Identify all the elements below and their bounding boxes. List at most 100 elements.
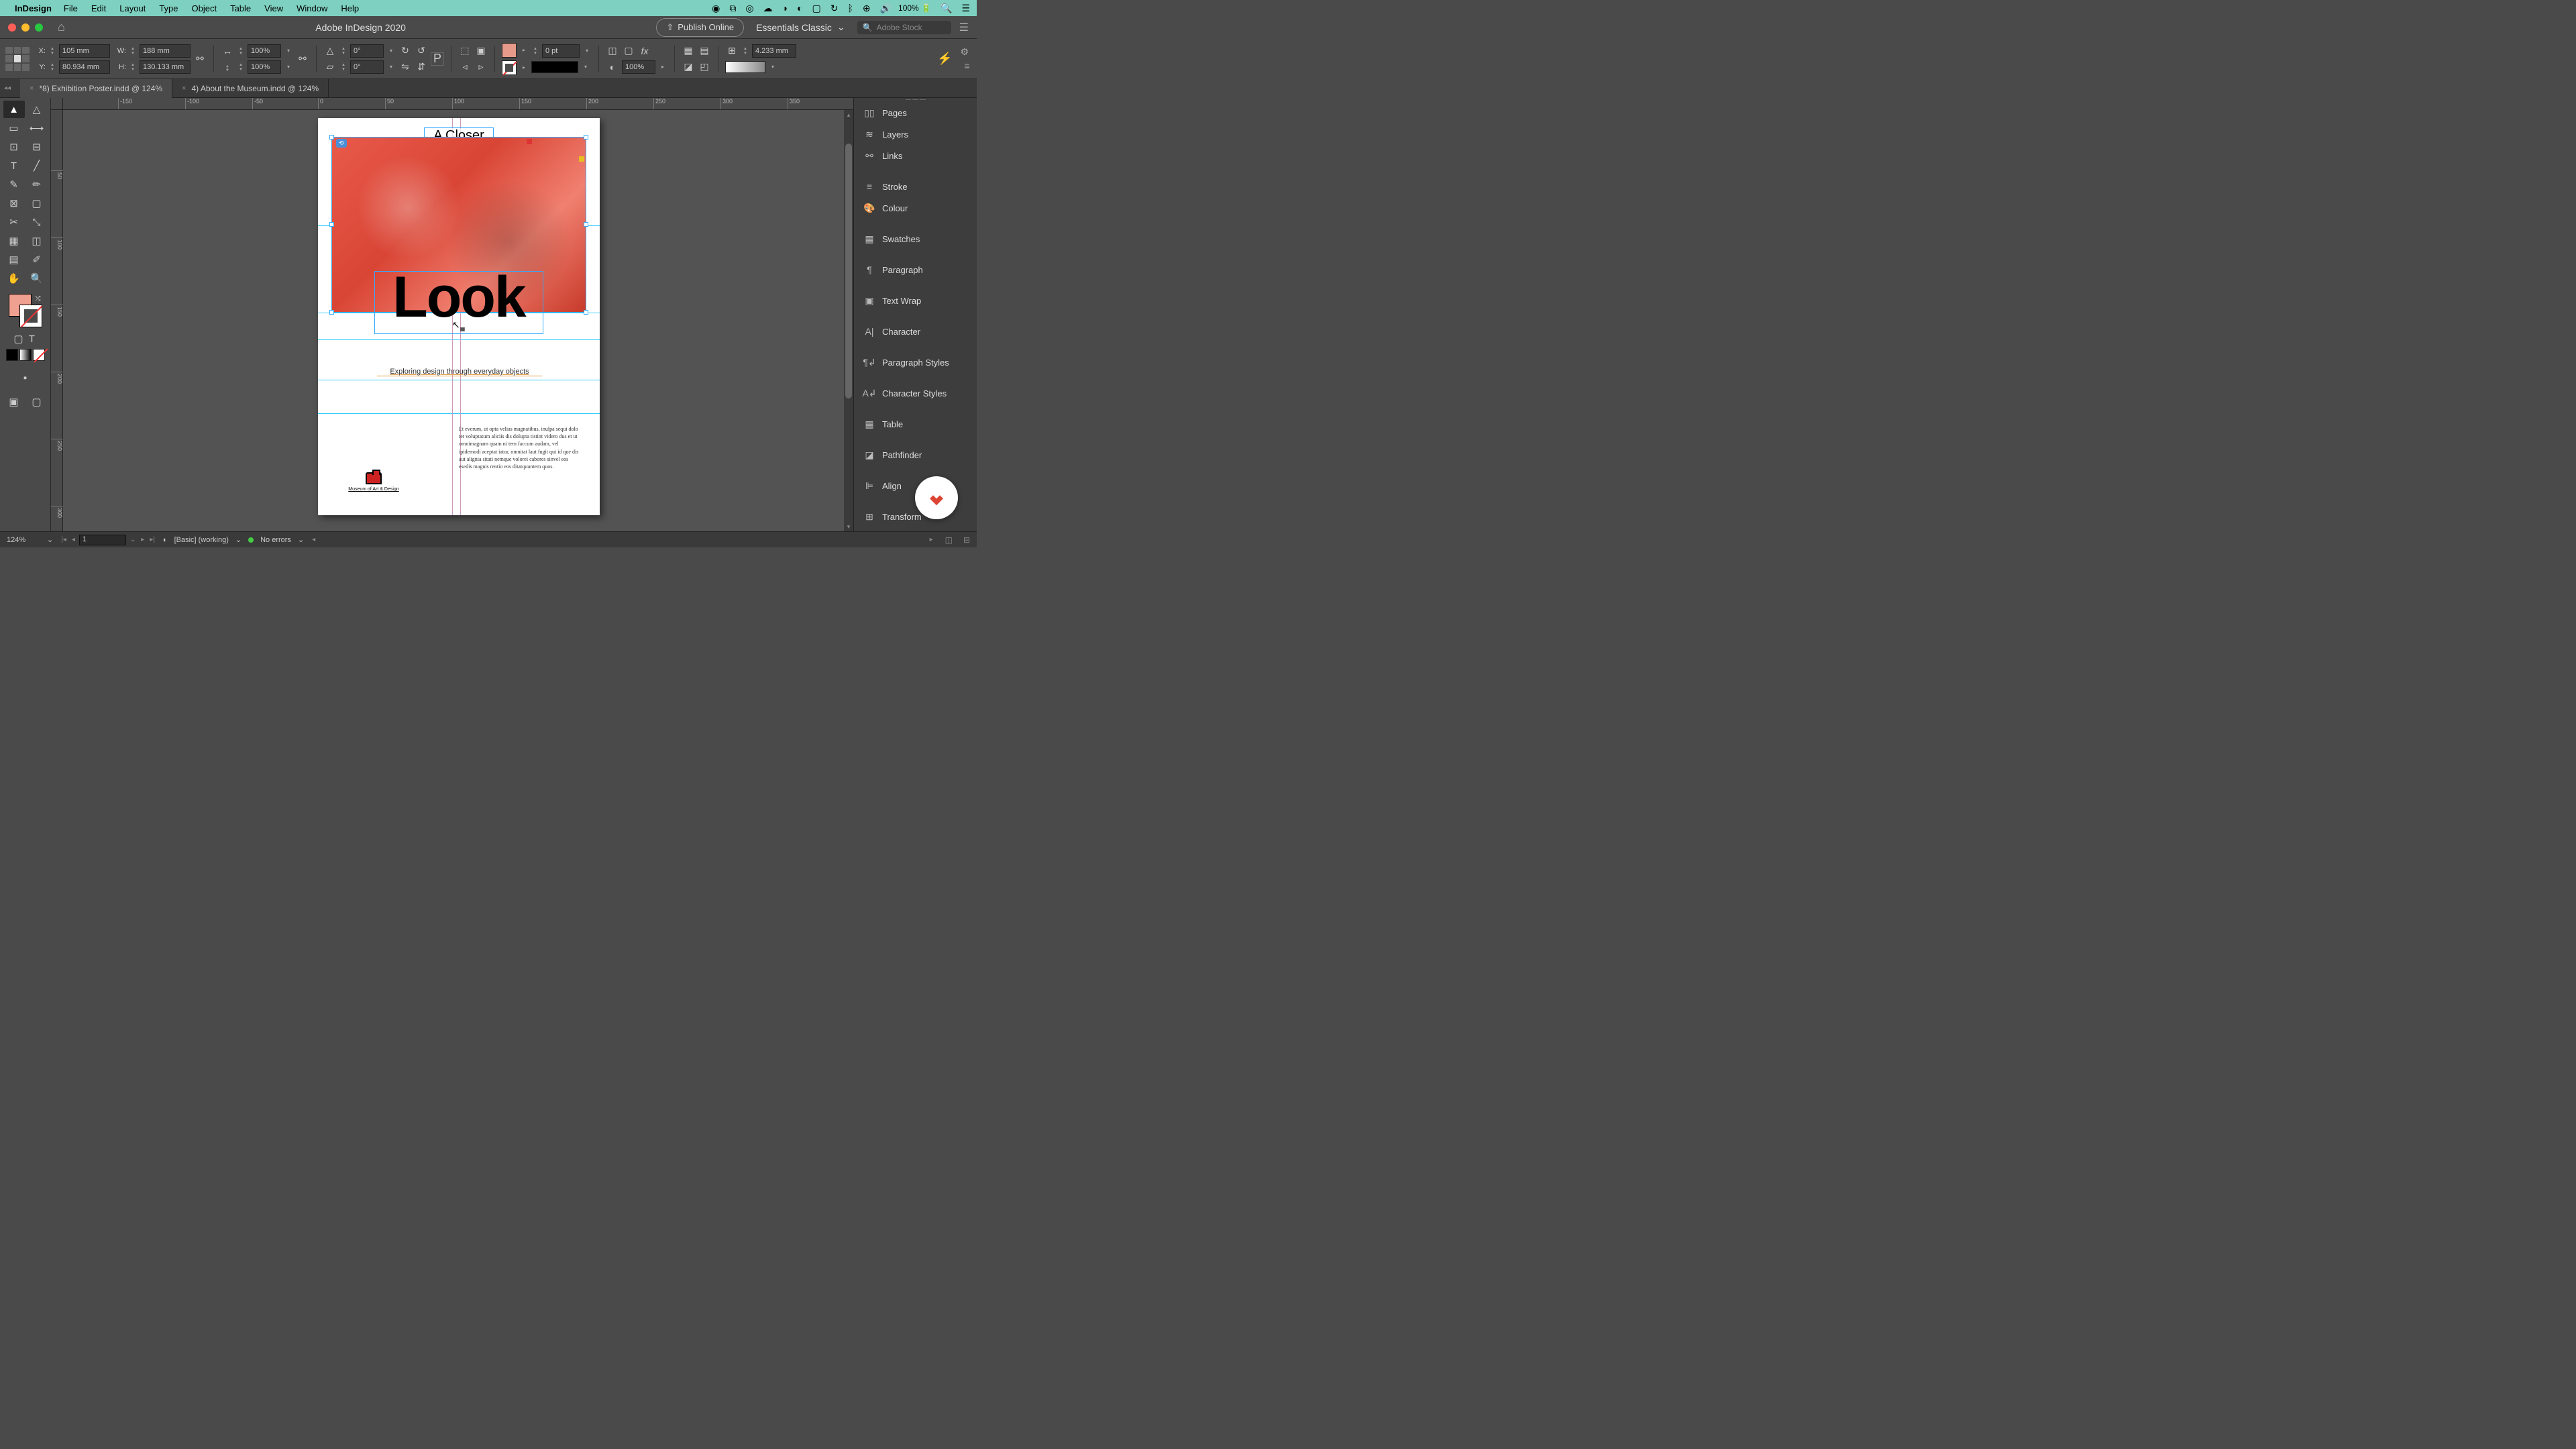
selection-handle[interactable] bbox=[584, 135, 588, 140]
fill-stroke-proxy[interactable]: ⤭ bbox=[9, 294, 42, 327]
prev-page-button[interactable]: ◂ bbox=[70, 536, 76, 543]
panel-grip[interactable] bbox=[906, 99, 926, 101]
airplay-icon[interactable]: ▢ bbox=[812, 3, 820, 14]
cc-icon[interactable]: ◎ bbox=[745, 3, 753, 14]
shear-field[interactable]: 0° bbox=[350, 60, 384, 74]
text-wrap-bound-icon[interactable]: ▤ bbox=[698, 44, 711, 58]
guide[interactable] bbox=[318, 413, 600, 414]
panel-pages[interactable]: ▯▯Pages bbox=[854, 102, 977, 123]
menu-view[interactable]: View bbox=[264, 3, 283, 13]
apply-gradient-icon[interactable] bbox=[19, 349, 32, 361]
gap-tool[interactable]: ⟷ bbox=[26, 119, 48, 137]
gradient-swatch[interactable] bbox=[725, 61, 765, 73]
pencil-tool[interactable]: ✏ bbox=[26, 176, 48, 193]
app-name[interactable]: InDesign bbox=[15, 3, 52, 13]
menu-file[interactable]: File bbox=[64, 3, 78, 13]
flip-v-icon[interactable]: ⇵ bbox=[415, 60, 428, 74]
control-center-icon[interactable]: ☰ bbox=[961, 3, 970, 14]
home-icon[interactable]: ⌂ bbox=[58, 20, 65, 34]
stroke-color[interactable] bbox=[19, 305, 42, 327]
drop-shadow-icon[interactable]: ◪ bbox=[682, 60, 695, 74]
opacity-field[interactable]: 100% bbox=[622, 60, 655, 74]
select-next-icon[interactable]: ▹ bbox=[474, 60, 488, 74]
stroke-swatch[interactable] bbox=[502, 60, 517, 75]
rectangle-frame-tool[interactable]: ⊠ bbox=[3, 195, 25, 212]
rotate-field[interactable]: 0° bbox=[350, 44, 384, 58]
align-distribute-icon[interactable]: ⊞ bbox=[725, 44, 739, 58]
text-wrap-none-icon[interactable]: ▦ bbox=[682, 44, 695, 58]
scalex-dropdown[interactable]: ▾ bbox=[284, 44, 293, 58]
content-placer-tool[interactable]: ⊟ bbox=[26, 138, 48, 156]
dropbox-icon[interactable]: ⧉ bbox=[729, 3, 736, 14]
preflight-profile[interactable]: [Basic] (working) bbox=[174, 536, 229, 544]
apply-none-icon[interactable] bbox=[33, 349, 45, 361]
tab-about-museum[interactable]: × 4) About the Museum.indd @ 124% bbox=[172, 79, 329, 98]
panel-swatches[interactable]: ▦Swatches bbox=[854, 228, 977, 250]
record-icon[interactable]: ◉ bbox=[712, 3, 720, 14]
page-dropdown[interactable]: ⌄ bbox=[129, 536, 137, 543]
constrain-scale-icon[interactable]: ⚯ bbox=[296, 52, 309, 66]
sync-icon[interactable]: ◑ bbox=[782, 3, 788, 13]
menu-layout[interactable]: Layout bbox=[119, 3, 146, 13]
tabs-scroll-icon[interactable]: ◂◂ bbox=[4, 85, 11, 92]
guide[interactable] bbox=[318, 339, 600, 340]
gradient-swatch-tool[interactable]: ▦ bbox=[3, 232, 25, 250]
scissors-tool[interactable]: ✂ bbox=[3, 213, 25, 231]
battery-status[interactable]: 100% 🔋 bbox=[898, 3, 931, 13]
formatting-container-icon[interactable]: ▢ bbox=[13, 333, 25, 345]
subtitle-text-frame[interactable]: Exploring design through everyday object… bbox=[377, 368, 542, 376]
hand-tool[interactable]: ✋ bbox=[3, 270, 25, 287]
panel-layers[interactable]: ≋Layers bbox=[854, 123, 977, 145]
menu-icon[interactable]: ☰ bbox=[959, 21, 969, 34]
errors-dropdown[interactable]: ⌄ bbox=[298, 535, 304, 544]
opacity-dropdown[interactable]: ▸ bbox=[658, 60, 667, 74]
split-view-h-icon[interactable]: ⊟ bbox=[963, 535, 970, 545]
panel-pathfinder[interactable]: ◪Pathfinder bbox=[854, 444, 977, 466]
w-stepper[interactable]: ▴▾ bbox=[129, 44, 137, 58]
scroll-up-icon[interactable]: ▴ bbox=[844, 110, 853, 119]
vertical-scrollbar[interactable]: ▴ ▾ bbox=[844, 110, 853, 531]
stroke-dropdown[interactable]: ▸ bbox=[519, 61, 529, 74]
constrain-proportions-icon[interactable]: ⚯ bbox=[193, 52, 207, 66]
preflight-dropdown[interactable]: ⌄ bbox=[235, 535, 241, 544]
pen-tool[interactable]: ✎ bbox=[3, 176, 25, 193]
zoom-field[interactable]: 124% bbox=[7, 536, 40, 544]
ruler-origin[interactable] bbox=[51, 98, 63, 110]
gap-field[interactable]: 4.233 mm bbox=[752, 44, 796, 58]
shear-dropdown[interactable]: ▾ bbox=[386, 60, 396, 74]
y-stepper[interactable]: ▴▾ bbox=[48, 60, 56, 74]
reference-point-proxy[interactable] bbox=[5, 47, 30, 71]
maximize-window-button[interactable] bbox=[35, 23, 43, 32]
frame-fitting-icon[interactable]: ▢ bbox=[622, 44, 635, 58]
panel-transform[interactable]: ⊞Transform bbox=[854, 506, 977, 527]
strokewt-dropdown[interactable]: ▾ bbox=[582, 44, 592, 58]
menu-edit[interactable]: Edit bbox=[91, 3, 106, 13]
type-tool[interactable]: T bbox=[3, 157, 25, 174]
pasteboard[interactable]: A Closer ⟲ Look bbox=[63, 110, 853, 531]
apply-color-icon[interactable] bbox=[6, 349, 18, 361]
selection-handle[interactable] bbox=[329, 135, 334, 140]
logo-frame[interactable]: Museum of Art & Design bbox=[346, 472, 401, 492]
menu-object[interactable]: Object bbox=[192, 3, 217, 13]
content-collector-tool[interactable]: ⊡ bbox=[3, 138, 25, 156]
scaley-stepper[interactable]: ▴▾ bbox=[237, 60, 245, 74]
panel-table[interactable]: ▦Table bbox=[854, 413, 977, 435]
rotate-cw-icon[interactable]: ↻ bbox=[398, 44, 412, 58]
fill-swatch[interactable] bbox=[502, 43, 517, 58]
strokestyle-dropdown[interactable]: ▾ bbox=[581, 60, 590, 74]
panel-text-wrap[interactable]: ▣Text Wrap bbox=[854, 290, 977, 311]
rotate-stepper[interactable]: ▴▾ bbox=[339, 44, 347, 58]
gap-stepper[interactable]: ▴▾ bbox=[741, 44, 749, 58]
direct-selection-tool[interactable]: △ bbox=[26, 101, 48, 118]
scroll-down-icon[interactable]: ▾ bbox=[844, 522, 853, 531]
note-tool[interactable]: ▤ bbox=[3, 251, 25, 268]
formatting-text-icon[interactable]: T bbox=[26, 333, 38, 345]
first-page-button[interactable]: |◂ bbox=[60, 536, 68, 543]
headline-text-frame[interactable]: Look bbox=[374, 271, 543, 334]
view-mode-normal[interactable]: ▪ bbox=[15, 369, 36, 386]
scroll-left-button[interactable]: ◂ bbox=[311, 536, 317, 543]
panel-character-styles[interactable]: A↲Character Styles bbox=[854, 382, 977, 404]
wifi-icon[interactable]: ⊕ bbox=[863, 3, 871, 14]
workspace-switcher[interactable]: Essentials Classic ⌄ bbox=[756, 21, 845, 33]
settings-icon[interactable]: ⚙ bbox=[960, 46, 969, 58]
